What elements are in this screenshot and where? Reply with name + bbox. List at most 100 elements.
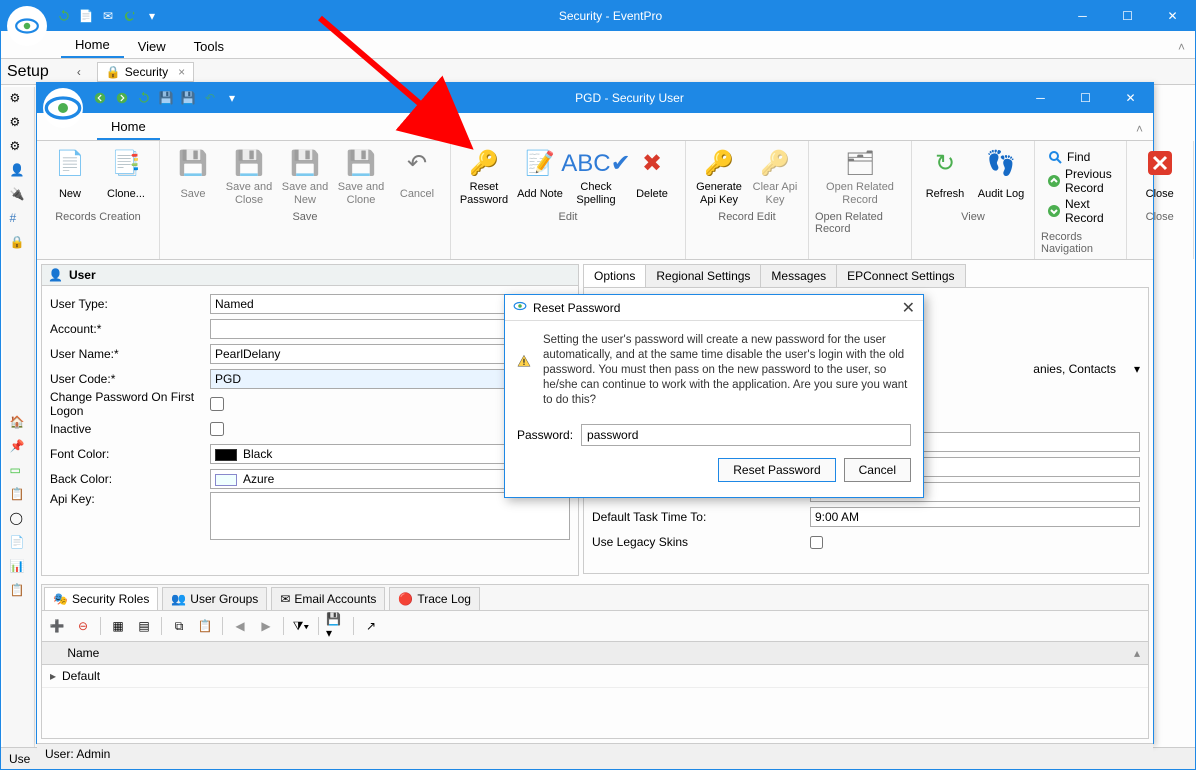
close-button[interactable]: ✕ — [1150, 1, 1195, 31]
qat-undo-icon[interactable]: ↶ — [201, 89, 219, 107]
qat-prev-icon[interactable] — [91, 89, 109, 107]
api-key-field[interactable] — [210, 492, 570, 540]
reset-password-confirm-button[interactable]: Reset Password — [718, 458, 835, 482]
tab-messages[interactable]: Messages — [760, 264, 837, 287]
export-icon[interactable]: ↗ — [360, 615, 382, 637]
child-close-button[interactable]: ✕ — [1108, 83, 1153, 113]
next-icon[interactable]: ▶ — [255, 615, 277, 637]
copy-icon[interactable]: ⧉ — [168, 615, 190, 637]
dialog-close-icon[interactable]: ✕ — [902, 298, 915, 318]
ribbon-collapse-icon[interactable]: ˄ — [1168, 36, 1195, 58]
doc-icon[interactable]: 📄 — [10, 535, 28, 553]
check-spelling-button[interactable]: ABC✔Check Spelling — [569, 145, 623, 209]
qat-doc-icon[interactable]: 📄 — [77, 7, 95, 25]
qat-refresh-icon[interactable] — [135, 89, 153, 107]
calc-icon[interactable]: 📊 — [10, 559, 28, 577]
table-row[interactable]: ▸ Default — [42, 665, 1148, 688]
lock-icon[interactable]: 🔒 — [10, 235, 28, 253]
qat-saveclose-icon[interactable]: 💾 — [179, 89, 197, 107]
doc-tab-security[interactable]: 🔒 Security × — [97, 62, 194, 82]
qat-mail-icon[interactable]: ✉ — [99, 7, 117, 25]
filter-icon[interactable]: ⧩▾ — [290, 615, 312, 637]
save-button[interactable]: 💾Save — [166, 145, 220, 209]
pin-icon[interactable]: 📌 — [10, 439, 28, 457]
column-name[interactable]: Name — [67, 646, 99, 660]
ribbon-group-close: CloseClose — [1127, 141, 1194, 259]
clipboard-icon[interactable]: 📋 — [10, 583, 28, 601]
gear-icon[interactable]: ⚙ — [10, 115, 28, 133]
close-window-button[interactable]: Close — [1133, 145, 1187, 209]
user-icon[interactable]: 👤 — [10, 163, 28, 181]
child-tab-home[interactable]: Home — [97, 115, 160, 140]
gear-icon[interactable]: ⚙ — [10, 91, 28, 109]
change-pw-checkbox[interactable] — [210, 397, 224, 411]
minimize-button[interactable]: ─ — [1060, 1, 1105, 31]
doc-tab-close-icon[interactable]: × — [178, 65, 185, 79]
inactive-checkbox[interactable] — [210, 422, 224, 436]
sort-icon[interactable]: ▴ — [1134, 646, 1140, 660]
cancel-button[interactable]: ↶Cancel — [390, 145, 444, 209]
tab-regional[interactable]: Regional Settings — [645, 264, 761, 287]
email-accounts-tab[interactable]: ✉Email Accounts — [271, 587, 385, 610]
tab-epconnect[interactable]: EPConnect Settings — [836, 264, 965, 287]
hash-icon[interactable]: # — [10, 211, 28, 229]
save-layout-icon[interactable]: 💾▾ — [325, 615, 347, 637]
remove-icon[interactable]: ⊖ — [72, 615, 94, 637]
cancel-button[interactable]: Cancel — [844, 458, 911, 482]
prev-icon[interactable]: ◀ — [229, 615, 251, 637]
password-field[interactable] — [581, 424, 911, 446]
add-icon[interactable]: ➕ — [46, 615, 68, 637]
use-legacy-checkbox[interactable] — [810, 536, 823, 549]
qat-refresh-icon[interactable] — [55, 7, 73, 25]
qat-save-icon[interactable]: 💾 — [157, 89, 175, 107]
save-clone-button[interactable]: 💾Save and Clone — [334, 145, 388, 209]
audit-log-button[interactable]: 👣Audit Log — [974, 145, 1028, 209]
open-related-button[interactable]: 🗂Open Related Record — [815, 145, 905, 209]
home-icon[interactable]: 🏠 — [10, 415, 28, 433]
add-note-button[interactable]: 📝Add Note — [513, 145, 567, 209]
tab-label: Email Accounts — [294, 592, 376, 606]
save-close-button[interactable]: 💾Save and Close — [222, 145, 276, 209]
clone-icon: 📑 — [110, 147, 142, 179]
qat-dropdown-icon[interactable]: ▾ — [143, 7, 161, 25]
child-minimize-button[interactable]: ─ — [1018, 83, 1063, 113]
maximize-button[interactable]: ☐ — [1105, 1, 1150, 31]
clone-button[interactable]: 📑Clone... — [99, 145, 153, 209]
save-new-button[interactable]: 💾Save and New — [278, 145, 332, 209]
delete-button[interactable]: ✖Delete — [625, 145, 679, 209]
next-record-link[interactable]: Next Record — [1047, 197, 1114, 225]
new-button[interactable]: 📄New — [43, 145, 97, 209]
ribbon-group-label: Open Related Record — [815, 209, 905, 237]
ribbon-group: 📄New📑Clone...Records Creation — [37, 141, 160, 259]
default-task-time-field[interactable] — [810, 507, 1140, 527]
tab-home[interactable]: Home — [61, 33, 124, 58]
refresh-button[interactable]: ↻Refresh — [918, 145, 972, 209]
ribbon-collapse-icon[interactable]: ˄ — [1126, 118, 1153, 140]
list-icon[interactable]: 📋 — [10, 487, 28, 505]
tab-options[interactable]: Options — [583, 264, 646, 287]
tab-tools[interactable]: Tools — [180, 35, 238, 58]
tab-view[interactable]: View — [124, 35, 180, 58]
user-groups-tab[interactable]: 👥User Groups — [162, 587, 267, 610]
child-title: PGD - Security User — [241, 91, 1018, 105]
circle-icon[interactable]: ◯ — [10, 511, 28, 529]
child-maximize-button[interactable]: ☐ — [1063, 83, 1108, 113]
qat-next-icon[interactable] — [113, 89, 131, 107]
qat-reload-icon[interactable] — [121, 7, 139, 25]
plug-icon[interactable]: 🔌 — [10, 187, 28, 205]
reset-password-button[interactable]: 🔑Reset Password — [457, 145, 511, 209]
card-icon[interactable]: ▭ — [10, 463, 28, 481]
qat-dropdown-icon[interactable]: ▾ — [223, 89, 241, 107]
previous-record-link[interactable]: Previous Record — [1047, 167, 1114, 195]
find-link[interactable]: Find — [1047, 149, 1114, 165]
clear-api-key-button[interactable]: 🔑Clear Api Key — [748, 145, 802, 209]
trace-log-tab[interactable]: 🔴Trace Log — [389, 587, 480, 610]
layout-icon[interactable]: ▤ — [133, 615, 155, 637]
setup-collapse-icon[interactable]: ‹ — [69, 65, 89, 79]
key-icon: 🔑 — [468, 147, 500, 179]
generate-api-key-button[interactable]: 🔑Generate Api Key — [692, 145, 746, 209]
grid-icon[interactable]: ▦ — [107, 615, 129, 637]
paste-icon[interactable]: 📋 — [194, 615, 216, 637]
gear-icon[interactable]: ⚙ — [10, 139, 28, 157]
security-roles-tab[interactable]: 🎭Security Roles — [44, 587, 158, 610]
